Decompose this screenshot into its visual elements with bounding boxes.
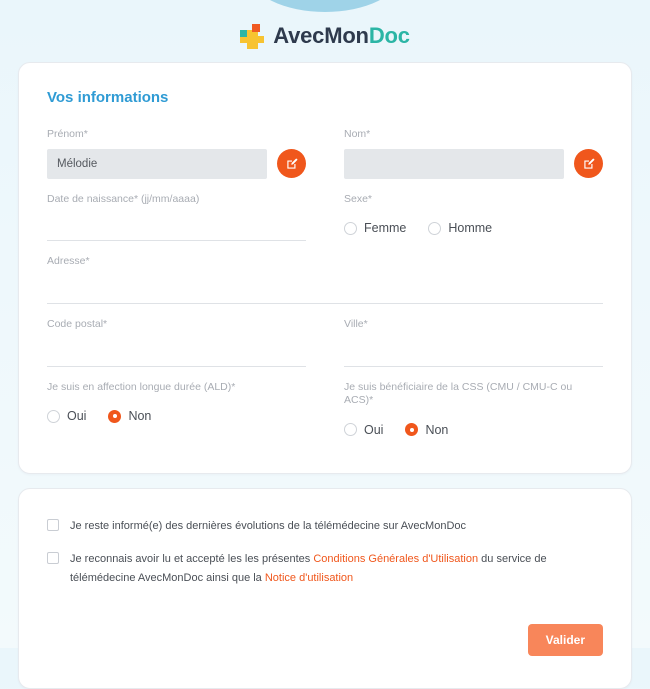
ald-css-row: Je suis en affection longue durée (ALD)*… (47, 381, 603, 443)
birthdate-input[interactable] (47, 213, 306, 242)
notice-link[interactable]: Notice d'utilisation (265, 572, 353, 584)
sex-field: Sexe* Femme Homme (344, 193, 603, 242)
ald-radio-group: Oui Non (47, 403, 306, 429)
cgu-link[interactable]: Conditions Générales d'Utilisation (313, 553, 478, 565)
postal-city-row: Code postal* Ville* (47, 318, 603, 367)
edit-firstname-button[interactable] (277, 149, 306, 179)
terms-consent-label: Je reconnais avoir lu et accepté les les… (70, 550, 603, 588)
edit-square-icon (286, 158, 297, 169)
css-option-oui[interactable]: Oui (344, 423, 383, 437)
css-option-non-label: Non (425, 422, 449, 437)
css-field: Je suis bénéficiaire de la CSS (CMU / CM… (344, 381, 603, 443)
lastname-input[interactable] (344, 148, 564, 179)
newsletter-consent-label: Je reste informé(e) des dernières évolut… (70, 519, 466, 532)
sex-label: Sexe* (344, 192, 373, 205)
address-input[interactable] (47, 275, 603, 304)
radio-circle-icon (47, 409, 60, 423)
ald-label: Je suis en affection longue durée (ALD)* (47, 380, 236, 393)
css-label: Je suis bénéficiaire de la CSS (CMU / CM… (344, 380, 573, 407)
css-option-oui-label: Oui (364, 422, 384, 437)
edit-lastname-button[interactable] (574, 149, 603, 179)
firstname-field: Prénom* (47, 128, 306, 179)
address-field: Adresse* (47, 255, 603, 304)
address-row: Adresse* (47, 255, 603, 304)
postal-code-field: Code postal* (47, 318, 306, 367)
sex-option-homme-label: Homme (448, 221, 493, 236)
radio-circle-icon (344, 423, 357, 437)
birthdate-label: Date de naissance* (jj/mm/aaaa) (47, 192, 200, 205)
city-input[interactable] (344, 338, 603, 367)
consent-card: Je reste informé(e) des dernières évolut… (18, 487, 632, 689)
brand-name-accent: Doc (368, 23, 410, 48)
terms-checkbox[interactable] (47, 551, 59, 564)
ald-option-non[interactable]: Non (108, 409, 151, 423)
page-title: Vos informations (47, 89, 169, 106)
terms-consent-row: Je reconnais avoir lu et accepté les les… (47, 550, 603, 588)
firstname-label: Prénom* (47, 128, 88, 140)
sex-option-femme[interactable]: Femme (344, 221, 406, 235)
postal-code-input[interactable] (47, 338, 306, 367)
ald-option-oui[interactable]: Oui (47, 409, 86, 423)
ald-field: Je suis en affection longue durée (ALD)*… (47, 381, 306, 443)
page-header: AvecMonDoc (0, 0, 650, 62)
sex-option-homme[interactable]: Homme (428, 221, 492, 235)
newsletter-consent-row: Je reste informé(e) des dernières évolut… (47, 517, 603, 536)
personal-information-card: Vos informations Prénom* Nom* (18, 62, 632, 474)
birthdate-field: Date de naissance* (jj/mm/aaaa) (47, 193, 306, 242)
sex-option-femme-label: Femme (364, 221, 407, 236)
medical-cross-logo-icon (240, 23, 265, 49)
css-radio-group: Oui Non (344, 417, 603, 443)
name-row: Prénom* Nom* (47, 128, 603, 179)
firstname-input[interactable] (47, 148, 267, 179)
newsletter-checkbox[interactable] (47, 518, 59, 531)
lastname-label: Nom* (344, 128, 371, 140)
city-field: Ville* (344, 318, 603, 367)
radio-circle-icon (428, 221, 442, 235)
sex-radio-group: Femme Homme (344, 215, 603, 241)
ald-option-oui-label: Oui (67, 409, 87, 424)
radio-circle-selected-icon (108, 409, 122, 423)
lastname-field: Nom* (344, 128, 603, 179)
city-label: Ville* (344, 317, 368, 330)
postal-code-label: Code postal* (47, 317, 108, 330)
brand-name-primary: AvecMon (273, 23, 369, 48)
terms-text-part1: Je reconnais avoir lu et accepté les les… (70, 552, 314, 565)
brand-logo: AvecMonDoc (240, 23, 410, 49)
address-label: Adresse* (47, 255, 90, 268)
radio-circle-selected-icon (405, 423, 419, 437)
css-option-non[interactable]: Non (405, 423, 448, 437)
form-actions: Valider (47, 602, 603, 666)
radio-circle-icon (344, 221, 357, 235)
brand-name: AvecMonDoc (273, 23, 410, 49)
ald-option-non-label: Non (128, 409, 152, 424)
validate-button[interactable]: Valider (527, 623, 603, 656)
edit-square-icon (583, 158, 594, 169)
birth-sex-row: Date de naissance* (jj/mm/aaaa) Sexe* Fe… (47, 193, 603, 242)
